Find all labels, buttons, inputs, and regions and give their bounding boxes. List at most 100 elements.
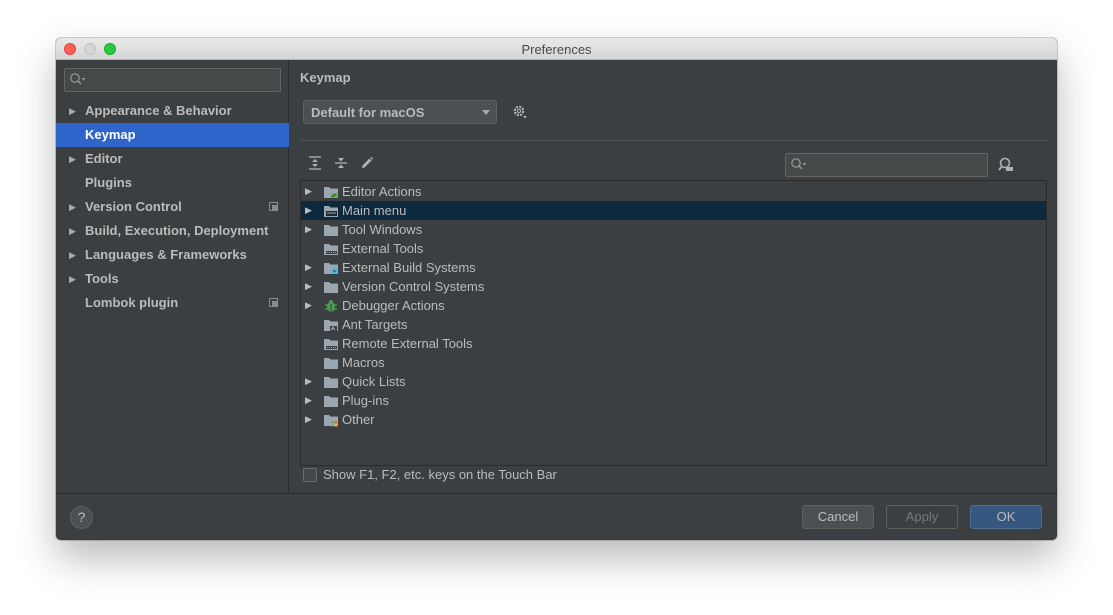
preferences-window: Preferences ▶ Appearance & Behavior Keym…: [56, 38, 1057, 540]
tree-row-label: Version Control Systems: [342, 279, 485, 294]
edit-pencil-icon[interactable]: [360, 156, 374, 170]
search-icon: [70, 73, 86, 85]
tree-row-tool-windows[interactable]: ▶ Tool Windows: [301, 220, 1046, 239]
sidebar-item-label: Languages & Frameworks: [85, 247, 247, 262]
sidebar-item-keymap[interactable]: Keymap: [56, 123, 289, 147]
expand-arrow-icon[interactable]: ▶: [69, 267, 76, 291]
sidebar-item-label: Plugins: [85, 175, 132, 190]
folder-tools-icon: [324, 244, 338, 255]
touchbar-checkbox-label[interactable]: Show F1, F2, etc. keys on the Touch Bar: [323, 467, 557, 482]
tree-row-remote-external-tools[interactable]: Remote External Tools: [301, 334, 1046, 353]
expand-arrow-icon[interactable]: ▶: [69, 219, 76, 243]
tree-row-ant-targets[interactable]: Ant Targets: [301, 315, 1046, 334]
keymap-actions-tree[interactable]: ▶ Editor Actions ▶ Main menu ▶ Tool Wind…: [300, 180, 1047, 466]
expand-arrow-icon[interactable]: ▶: [305, 296, 312, 315]
settings-search-input[interactable]: [64, 68, 281, 92]
sidebar-item-lombok-plugin[interactable]: Lombok plugin: [56, 291, 289, 315]
folder-icon: [324, 225, 338, 236]
touchbar-checkbox[interactable]: [303, 468, 317, 482]
settings-sidebar: ▶ Appearance & Behavior Keymap ▶ Editor …: [56, 60, 289, 493]
expand-arrow-icon[interactable]: ▶: [69, 195, 76, 219]
expand-arrow-icon[interactable]: ▶: [305, 372, 312, 391]
tree-row-external-build-systems[interactable]: ▶ External Build Systems: [301, 258, 1046, 277]
expand-arrow-icon[interactable]: ▶: [305, 258, 312, 277]
dialog-footer: ? Cancel Apply OK: [56, 493, 1057, 540]
search-icon: [791, 158, 807, 170]
tree-row-label: Other: [342, 412, 375, 427]
collapse-all-icon[interactable]: [334, 156, 348, 170]
expand-arrow-icon[interactable]: ▶: [69, 243, 76, 267]
tree-row-label: Plug-ins: [342, 393, 389, 408]
sidebar-item-label: Version Control: [85, 199, 182, 214]
ok-button[interactable]: OK: [970, 505, 1042, 529]
expand-arrow-icon[interactable]: ▶: [305, 220, 312, 239]
expand-arrow-icon[interactable]: ▶: [305, 410, 312, 429]
sidebar-item-plugins[interactable]: Plugins: [56, 171, 289, 195]
tree-row-label: External Tools: [342, 241, 424, 256]
keymap-search-input[interactable]: [785, 153, 988, 177]
tree-row-other[interactable]: ▶ Other: [301, 410, 1046, 429]
project-settings-icon: [269, 202, 278, 211]
sidebar-item-version-control[interactable]: ▶ Version Control: [56, 195, 289, 219]
sidebar-item-label: Editor: [85, 151, 123, 166]
tree-row-label: Editor Actions: [342, 184, 422, 199]
tree-row-main-menu[interactable]: ▶ Main menu: [301, 201, 1046, 220]
keymap-select-value: Default for macOS: [311, 105, 425, 120]
keymap-select[interactable]: Default for macOS: [303, 100, 497, 124]
tree-row-macros[interactable]: Macros: [301, 353, 1046, 372]
sidebar-item-languages-frameworks[interactable]: ▶ Languages & Frameworks: [56, 243, 289, 267]
tree-row-version-control-systems[interactable]: ▶ Version Control Systems: [301, 277, 1046, 296]
sidebar-item-tools[interactable]: ▶ Tools: [56, 267, 289, 291]
expand-arrow-icon[interactable]: ▶: [305, 201, 312, 220]
tree-row-quick-lists[interactable]: ▶ Quick Lists: [301, 372, 1046, 391]
sidebar-item-label: Build, Execution, Deployment: [85, 223, 269, 238]
sidebar-item-label: Appearance & Behavior: [85, 103, 232, 118]
tree-row-plug-ins[interactable]: ▶ Plug-ins: [301, 391, 1046, 410]
folder-ant-icon: [324, 320, 338, 331]
folder-build-icon: [324, 263, 338, 274]
expand-arrow-icon[interactable]: ▶: [305, 391, 312, 410]
expand-arrow-icon[interactable]: ▶: [305, 182, 312, 201]
tree-row-label: Ant Targets: [342, 317, 408, 332]
tree-row-label: External Build Systems: [342, 260, 476, 275]
folder-tools-icon: [324, 339, 338, 350]
tree-row-label: Debugger Actions: [342, 298, 445, 313]
tree-row-label: Tool Windows: [342, 222, 423, 237]
find-by-shortcut-icon[interactable]: [997, 156, 1015, 172]
folder-icon: [324, 358, 338, 369]
window-title: Preferences: [521, 42, 592, 57]
sidebar-item-label: Tools: [85, 271, 119, 286]
chevron-down-icon: [482, 110, 490, 115]
expand-all-icon[interactable]: [308, 156, 322, 170]
sidebar-item-editor[interactable]: ▶ Editor: [56, 147, 289, 171]
folder-other-icon: [324, 415, 338, 427]
cancel-button[interactable]: Cancel: [802, 505, 874, 529]
sidebar-item-label: Lombok plugin: [85, 295, 179, 310]
page-title: Keymap: [300, 70, 351, 85]
folder-icon: [324, 377, 338, 388]
tree-row-external-tools[interactable]: External Tools: [301, 239, 1046, 258]
tree-row-debugger-actions[interactable]: ▶ Debugger Actions: [301, 296, 1046, 315]
title-bar: Preferences: [56, 38, 1057, 60]
folder-icon: [324, 396, 338, 407]
keymap-panel: Keymap Default for macOS ▶ Editor Action…: [290, 60, 1057, 493]
expand-arrow-icon[interactable]: ▶: [69, 147, 76, 171]
tree-row-label: Quick Lists: [342, 374, 406, 389]
folder-icon: [324, 282, 338, 293]
tree-row-label: Remote External Tools: [342, 336, 473, 351]
divider: [300, 140, 1047, 141]
folder-menu-icon: [324, 206, 338, 217]
sidebar-item-label: Keymap: [85, 127, 136, 142]
gear-icon[interactable]: [512, 104, 528, 120]
project-settings-icon: [269, 298, 278, 307]
sidebar-item-build-execution-deployment[interactable]: ▶ Build, Execution, Deployment: [56, 219, 289, 243]
apply-button[interactable]: Apply: [886, 505, 958, 529]
expand-arrow-icon[interactable]: ▶: [305, 277, 312, 296]
tree-row-editor-actions[interactable]: ▶ Editor Actions: [301, 182, 1046, 201]
tree-row-label: Main menu: [342, 203, 407, 218]
sidebar-item-appearance-behavior[interactable]: ▶ Appearance & Behavior: [56, 99, 289, 123]
expand-arrow-icon[interactable]: ▶: [69, 99, 76, 123]
bug-icon: [325, 300, 337, 312]
tree-row-label: Macros: [342, 355, 385, 370]
help-button[interactable]: ?: [70, 506, 93, 529]
